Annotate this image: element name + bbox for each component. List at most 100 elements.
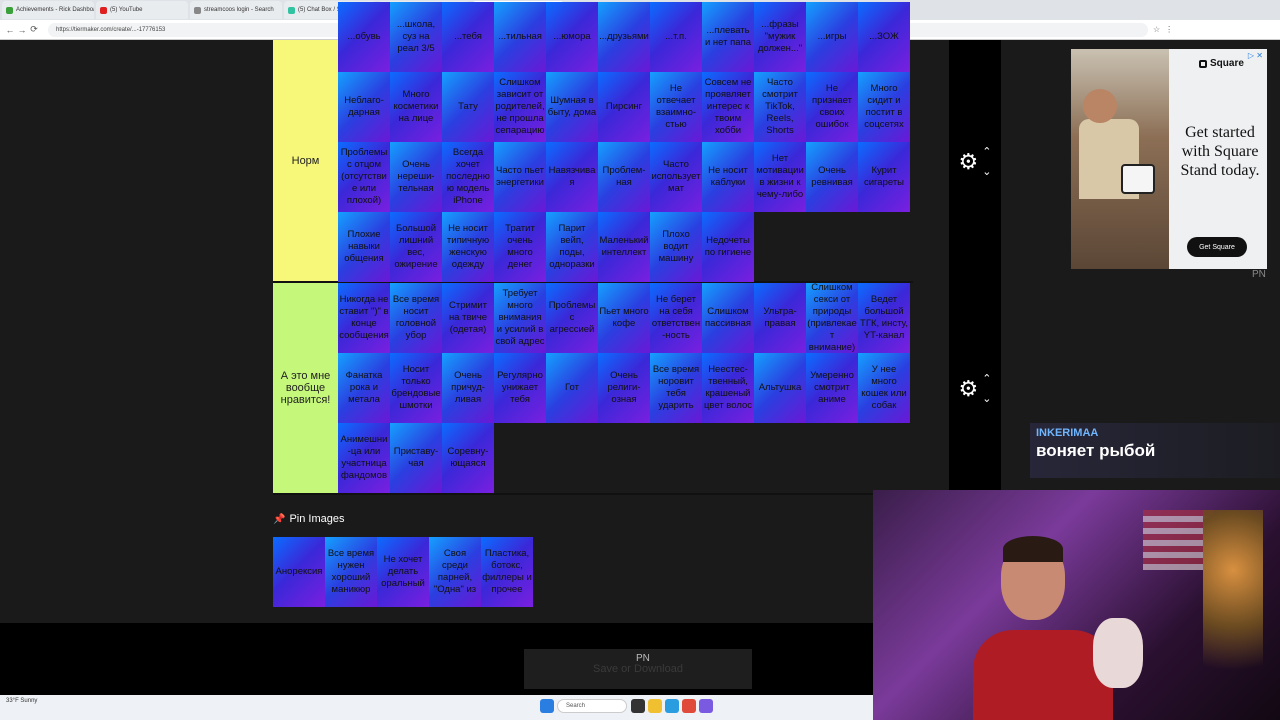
tier-item[interactable]: Анимешни-ца или участница фандомов	[338, 423, 390, 493]
chrome-icon[interactable]	[682, 699, 696, 713]
tier-item[interactable]: Ультра-правая	[754, 283, 806, 353]
square-advertisement[interactable]: ▷ ✕ Square Get started with Square Stand…	[1071, 49, 1267, 269]
tier-item[interactable]: Навязчивая	[546, 142, 598, 212]
tier-item[interactable]: Очень ревнивая	[806, 142, 858, 212]
tier-item[interactable]: Маленький интеллект	[598, 212, 650, 282]
tier-item[interactable]: Требует много внимания и усилий в свой а…	[494, 283, 546, 353]
tier-item[interactable]: Никогда не ставит ")" в конце сообщения	[338, 283, 390, 353]
tier-item[interactable]: Пирсинг	[598, 72, 650, 142]
tier-item[interactable]: Альтушка	[754, 353, 806, 423]
tier-item[interactable]: Умеренно смотрит аниме	[806, 353, 858, 423]
gear-icon[interactable]: ⚙	[959, 149, 979, 175]
tier-item[interactable]: Неблаго-дарная	[338, 72, 390, 142]
weather-widget[interactable]: 33°F Sunny	[6, 698, 37, 704]
menu-icon[interactable]: ⋮	[1165, 25, 1173, 34]
tier-item[interactable]: ...т.п.	[650, 2, 702, 72]
tier-item[interactable]: Шумная в быту, дома	[546, 72, 598, 142]
tier-item[interactable]: Очень причуд-ливая	[442, 353, 494, 423]
tier-item[interactable]: Часто смотрит TikTok, Reels, Shorts	[754, 72, 806, 142]
tier-item[interactable]: ...друзьями	[598, 2, 650, 72]
tier-item[interactable]: Приставу-чая	[390, 423, 442, 493]
move-down-icon[interactable]: ⌄	[982, 162, 991, 182]
tier-item[interactable]: Очень религи-озная	[598, 353, 650, 423]
tier-item[interactable]: Недочеты по гигиене	[702, 212, 754, 282]
tier-item[interactable]: Стримит на твиче (одетая)	[442, 283, 494, 353]
move-down-icon[interactable]: ⌄	[982, 389, 991, 409]
browser-tab[interactable]: Achievements - Rick Dashboard	[2, 1, 94, 19]
pinned-item[interactable]: Анорексия	[273, 537, 325, 607]
tier-item[interactable]: Много сидит и постит в соцсетях	[858, 72, 910, 142]
tier-item[interactable]: Часто пьет энергетики	[494, 142, 546, 212]
move-up-icon[interactable]: ⌃	[982, 369, 991, 389]
tier-item[interactable]: Регулярно унижает тебя	[494, 353, 546, 423]
tier-item[interactable]: ...фразы "мужик должен..."	[754, 2, 806, 72]
tier-item[interactable]: Соревну-ющаяся	[442, 423, 494, 493]
tier-item[interactable]: ...плевать и нет папа	[702, 2, 754, 72]
tier-item[interactable]: Не признает своих ошибок	[806, 72, 858, 142]
tier-label[interactable]: Норм	[273, 40, 338, 281]
tier-item[interactable]: ...тебя	[442, 2, 494, 72]
ad-cta-button[interactable]: Get Square	[1187, 237, 1247, 257]
tier-item[interactable]: Очень нереши-тельная	[390, 142, 442, 212]
tier-item[interactable]: Нет мотивации в жизни к чему-либо	[754, 142, 806, 212]
tier-item[interactable]: Пьет много кофе	[598, 283, 650, 353]
tab-favicon-icon	[100, 6, 107, 14]
tier-item[interactable]: Большой лишний вес, ожирение	[390, 212, 442, 282]
tier-item[interactable]: ...ЗОЖ	[858, 2, 910, 72]
tier-item[interactable]: ...игры	[806, 2, 858, 72]
tier-item[interactable]: Фанатка рока и метала	[338, 353, 390, 423]
browser-tab[interactable]: (5) YouTube	[96, 1, 188, 19]
tier-label[interactable]: А это мне вообще нравится!	[273, 283, 338, 493]
tier-item[interactable]: ...юмора	[546, 2, 598, 72]
task-view-icon[interactable]	[631, 699, 645, 713]
tab-title: Achievements - Rick Dashboard	[16, 7, 94, 13]
pinned-item[interactable]: Все время нужен хороший маникюр	[325, 537, 377, 607]
tier-item[interactable]: Гот	[546, 353, 598, 423]
tier-item[interactable]: Не носит каблуки	[702, 142, 754, 212]
app-icon[interactable]	[699, 699, 713, 713]
taskbar-search[interactable]: Search	[557, 699, 627, 713]
tier-item[interactable]: Парит вейп, поды, одноразки	[546, 212, 598, 282]
file-explorer-icon[interactable]	[648, 699, 662, 713]
tier-item[interactable]: Плохо водит машину	[650, 212, 702, 282]
windows-start-icon[interactable]	[540, 699, 554, 713]
tier-item[interactable]: Плохие навыки общения	[338, 212, 390, 282]
tier-item[interactable]: Проблемы с отцом (отсутствие или плохой)	[338, 142, 390, 212]
tier-item[interactable]: Тратит очень много денег	[494, 212, 546, 282]
tier-item[interactable]: Тату	[442, 72, 494, 142]
tier-item[interactable]: Ведет большой ТГК, инсту, YT-канал	[858, 283, 910, 353]
pinned-item[interactable]: Пластика, ботокс, филлеры и прочее	[481, 537, 533, 607]
tier-item[interactable]: Курит сигареты	[858, 142, 910, 212]
pinned-item[interactable]: Не хочет делать оральный	[377, 537, 429, 607]
tier-item[interactable]: Не носит типичную женскую одежду	[442, 212, 494, 282]
tier-item[interactable]: Все время норовит тебя ударить	[650, 353, 702, 423]
tier-item[interactable]: Носит только брендовые шмотки	[390, 353, 442, 423]
tier-item[interactable]: ...тильная	[494, 2, 546, 72]
reload-icon[interactable]: ⟳	[28, 24, 40, 35]
tier-item[interactable]: Все время носит головной убор	[390, 283, 442, 353]
move-up-icon[interactable]: ⌃	[982, 142, 991, 162]
tier-item[interactable]: Часто использует мат	[650, 142, 702, 212]
tier-item[interactable]: Совсем не проявляет интерес к твоим хобб…	[702, 72, 754, 142]
tier-item[interactable]: Всегда хочет последнюю модель iPhone	[442, 142, 494, 212]
tier-item[interactable]: ...обувь	[338, 2, 390, 72]
edge-icon[interactable]	[665, 699, 679, 713]
back-icon[interactable]: ←	[4, 25, 16, 35]
tier-item[interactable]: Проблем-ная	[598, 142, 650, 212]
tier-item[interactable]: У нее много кошек или собак	[858, 353, 910, 423]
tier-item[interactable]: Слишком секси от природы (привлекает вни…	[806, 283, 858, 353]
tier-item[interactable]: Проблемы с агрессией	[546, 283, 598, 353]
pinned-item[interactable]: Своя среди парней, "Одна" из	[429, 537, 481, 607]
gear-icon[interactable]: ⚙	[959, 376, 979, 402]
tier-item[interactable]: Слишком пассивная	[702, 283, 754, 353]
tier-item[interactable]: ...школа, суз на реал 3/5	[390, 2, 442, 72]
extensions-icon[interactable]: ☆	[1153, 25, 1160, 34]
forward-icon[interactable]: →	[16, 25, 28, 35]
browser-tab[interactable]: streamcoos login - Search	[190, 1, 282, 19]
tier-item[interactable]: Неестес-твенный, крашеный цвет волос	[702, 353, 754, 423]
tier-item[interactable]: Слишком зависит от родителей, не прошла …	[494, 72, 546, 142]
tier-item[interactable]: Много косметики на лице	[390, 72, 442, 142]
tier-item[interactable]: Не берет на себя ответствен-ность	[650, 283, 702, 353]
tier-item[interactable]: Не отвечает взаимно-стью	[650, 72, 702, 142]
ad-choices-icon[interactable]: ▷ ✕	[1248, 51, 1263, 60]
